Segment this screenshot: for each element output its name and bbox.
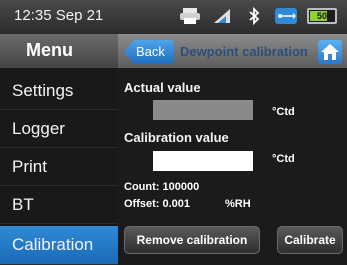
clock: 12:35 Sep 21	[14, 7, 103, 24]
menu-title: Menu	[0, 34, 118, 68]
menu-item-calibration[interactable]: Calibration	[0, 226, 118, 265]
menu-item-logger[interactable]: Logger	[0, 110, 118, 148]
menu-item-print[interactable]: Print	[0, 148, 118, 186]
status-icons: 50	[179, 6, 337, 26]
calibration-value-label: Calibration value	[124, 130, 229, 145]
battery-label: 50	[316, 11, 327, 21]
offset-text: Offset: 0.001	[124, 198, 191, 210]
battery-icon: 50	[307, 8, 337, 24]
menu-item-settings[interactable]: Settings	[0, 72, 118, 110]
usb-icon	[275, 6, 297, 26]
calibration-unit: °Ctd	[272, 153, 295, 165]
back-button[interactable]: Back	[124, 40, 174, 64]
menu-item-bt[interactable]: BT	[0, 186, 118, 224]
home-button[interactable]	[318, 40, 342, 64]
offset-unit: %RH	[225, 198, 251, 210]
printer-icon	[179, 6, 201, 26]
actual-unit: °Ctd	[272, 106, 295, 118]
bluetooth-icon	[243, 6, 265, 26]
calibration-value-input[interactable]	[153, 151, 253, 171]
signal-icon	[211, 6, 233, 26]
calibrate-button[interactable]: Calibrate	[277, 226, 343, 254]
page-title: Dewpoint calibration	[180, 44, 308, 59]
actual-value-label: Actual value	[124, 80, 201, 95]
actual-value-field	[153, 100, 253, 120]
count-text: Count: 100000	[124, 181, 200, 193]
clock-time: 12:35	[14, 7, 52, 24]
home-icon	[321, 44, 339, 60]
status-bar: 12:35 Sep 21 50	[0, 0, 347, 34]
clock-date: Sep 21	[55, 7, 104, 24]
remove-calibration-button[interactable]: Remove calibration	[124, 226, 260, 254]
